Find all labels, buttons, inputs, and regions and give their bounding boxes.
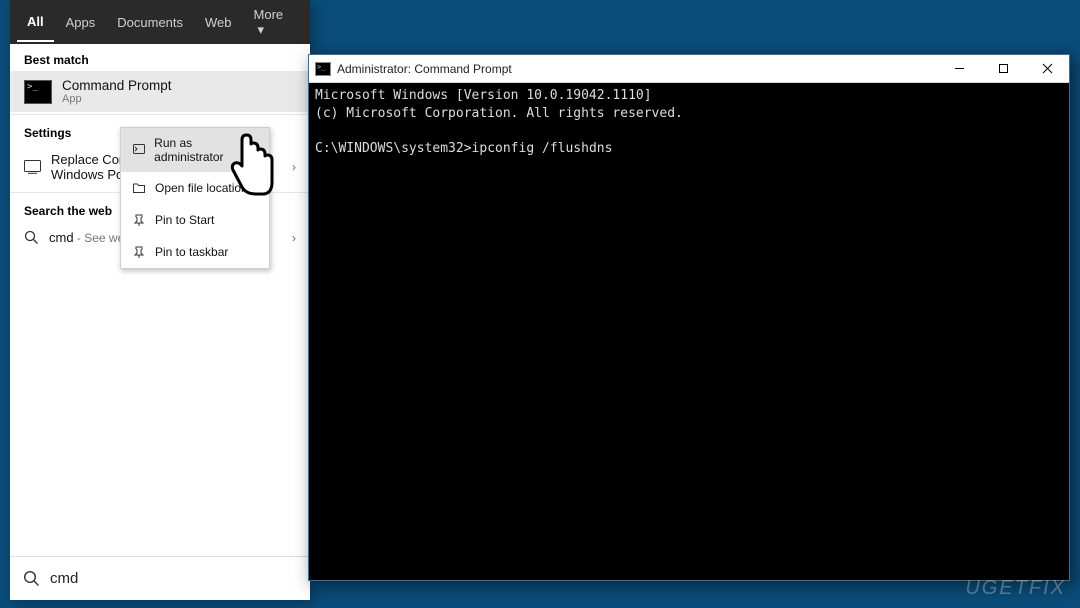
command-prompt-window: Administrator: Command Prompt Microsoft … — [308, 54, 1070, 581]
titlebar[interactable]: Administrator: Command Prompt — [309, 55, 1069, 83]
search-icon — [23, 570, 40, 587]
ctx-label: Pin to taskbar — [155, 245, 228, 259]
settings-icon — [24, 160, 41, 174]
close-button[interactable] — [1025, 55, 1069, 83]
tab-web[interactable]: Web — [195, 4, 242, 41]
chevron-down-icon: ▾ — [258, 22, 265, 37]
header-best-match: Best match — [10, 44, 310, 71]
ctx-pin-to-start[interactable]: Pin to Start — [121, 204, 269, 236]
start-search-panel: All Apps Documents Web More ▾ Best match… — [10, 0, 310, 600]
terminal-output[interactable]: Microsoft Windows [Version 10.0.19042.11… — [309, 83, 1069, 161]
ctx-run-as-administrator[interactable]: Run as administrator — [121, 128, 269, 172]
command-prompt-icon — [24, 80, 52, 104]
cmd-title-icon — [315, 62, 331, 76]
ctx-pin-to-taskbar[interactable]: Pin to taskbar — [121, 236, 269, 268]
maximize-button[interactable] — [981, 55, 1025, 83]
pin-taskbar-icon — [131, 244, 147, 260]
window-title: Administrator: Command Prompt — [337, 62, 512, 76]
admin-shield-icon — [131, 142, 146, 158]
result-text: Command Prompt App — [62, 78, 172, 105]
folder-icon — [131, 180, 147, 196]
result-command-prompt[interactable]: Command Prompt App — [10, 71, 310, 112]
pin-icon — [131, 212, 147, 228]
result-subtitle: App — [62, 93, 172, 105]
ctx-label: Open file location — [155, 181, 248, 195]
ctx-label: Pin to Start — [155, 213, 214, 227]
tab-documents[interactable]: Documents — [107, 4, 193, 41]
ctx-label: Run as administrator — [154, 136, 259, 164]
watermark: UGETFIX — [965, 577, 1066, 600]
tab-apps[interactable]: Apps — [56, 4, 106, 41]
divider — [10, 114, 310, 115]
search-icon — [24, 230, 39, 245]
tab-more[interactable]: More ▾ — [244, 0, 303, 49]
minimize-button[interactable] — [937, 55, 981, 83]
search-input[interactable] — [50, 570, 297, 587]
search-tabs: All Apps Documents Web More ▾ — [10, 0, 310, 44]
search-box — [10, 556, 310, 600]
tab-all[interactable]: All — [17, 3, 54, 42]
ctx-open-file-location[interactable]: Open file location — [121, 172, 269, 204]
web-query: cmd — [49, 230, 74, 245]
chevron-right-icon: › — [292, 160, 296, 174]
chevron-right-icon: › — [292, 231, 296, 245]
result-title: Command Prompt — [62, 78, 172, 93]
context-menu: Run as administrator Open file location … — [120, 127, 270, 269]
